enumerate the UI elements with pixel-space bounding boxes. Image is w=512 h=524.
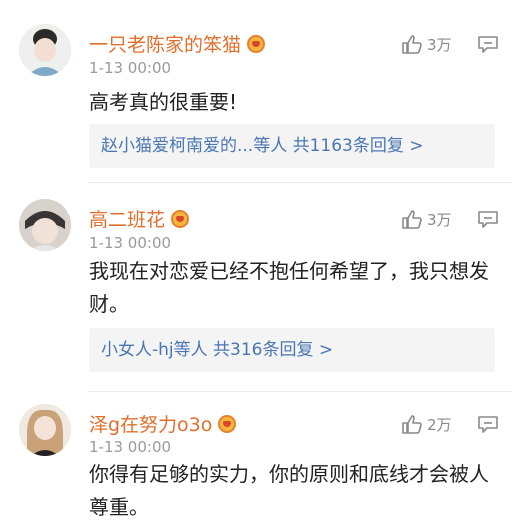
comment-item: 一只老陈家的笨猫 3万 1-13 00:00 高考真的很重要! 赵小猫爱柯南爱的… <box>0 0 512 183</box>
comment-icon[interactable] <box>477 210 499 228</box>
like-button[interactable]: 3万 <box>401 33 452 55</box>
crown-badge-icon <box>218 415 237 433</box>
crown-badge-icon <box>247 35 266 53</box>
crown-badge-icon <box>171 210 190 228</box>
like-count: 3万 <box>427 210 452 229</box>
timestamp: 1-13 00:00 <box>89 234 172 252</box>
comment-text: 你得有足够的实力，你的原则和底线才会被人尊重。 <box>89 462 489 519</box>
comment-item: 高二班花 3万 1-13 00:00 我现在对恋爱已经不抱任何希望了，我只想发财… <box>0 183 512 392</box>
replies-link[interactable]: 赵小猫爱柯南爱的...等人 共1163条回复 > <box>89 124 495 168</box>
like-button[interactable]: 2万 <box>401 413 452 435</box>
like-button[interactable]: 3万 <box>401 208 452 230</box>
username[interactable]: 高二班花 <box>89 205 190 232</box>
comment-item: 泽g在努力o3o 2万 1-13 00:00 你得有足够的实力，你的原则和底线才… <box>0 392 512 524</box>
timestamp: 1-13 00:00 <box>89 59 172 77</box>
username[interactable]: 泽g在努力o3o <box>89 410 237 437</box>
thumbs-up-icon <box>402 415 422 434</box>
avatar[interactable] <box>19 199 71 251</box>
timestamp: 1-13 00:00 <box>89 438 172 456</box>
username[interactable]: 一只老陈家的笨猫 <box>89 30 266 57</box>
like-count: 2万 <box>427 415 452 434</box>
replies-link[interactable]: 小女人-hj等人 共316条回复 > <box>89 328 495 372</box>
comment-text: 我现在对恋爱已经不抱任何希望了，我只想发财。 <box>89 259 489 316</box>
thumbs-up-icon <box>402 210 422 229</box>
comment-icon[interactable] <box>477 35 499 53</box>
thumbs-up-icon <box>402 35 422 54</box>
comment-icon[interactable] <box>477 415 499 433</box>
like-count: 3万 <box>427 35 452 54</box>
avatar[interactable] <box>19 24 71 76</box>
comment-text: 高考真的很重要! <box>89 90 238 114</box>
avatar[interactable] <box>19 404 71 456</box>
